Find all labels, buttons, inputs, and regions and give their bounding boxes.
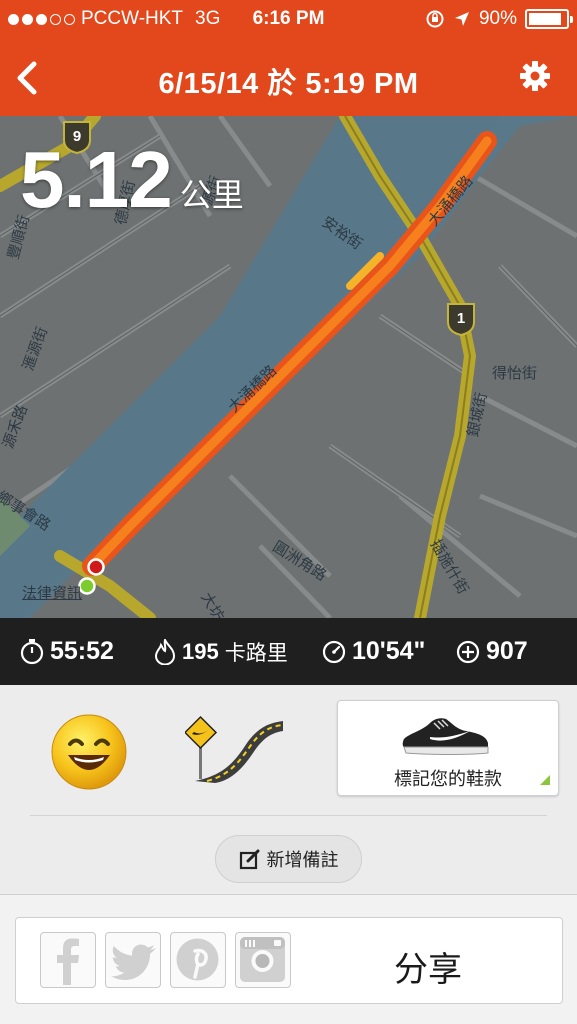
share-bar: 分享 [15, 917, 563, 1004]
battery-percent: 90% [478, 8, 517, 29]
duration-value: 55:52 [50, 637, 114, 665]
battery-icon [525, 9, 573, 29]
distance-unit: 公里 [179, 177, 244, 213]
add-note-label: 新增備註 [266, 850, 339, 870]
instagram-icon[interactable] [235, 932, 291, 988]
speedometer-icon [322, 640, 346, 663]
fuel-stat: 907 [456, 637, 528, 666]
route-map[interactable]: 9 1 大涌橋路 大涌橋路 安裕街 豐順街 滙源街 源禾路 鄉事會路 法律資訊 … [0, 116, 577, 618]
twitter-icon[interactable] [105, 932, 161, 988]
pinterest-icon[interactable] [170, 932, 226, 988]
flame-icon [154, 638, 176, 665]
calories-unit: 卡路里 [224, 641, 288, 665]
shoe-label: 標記您的鞋款 [394, 769, 502, 789]
nav-bar: 6/15/14 於 5:19 PM [0, 38, 577, 116]
rotation-lock-icon [426, 10, 444, 28]
divider [30, 815, 547, 816]
stopwatch-icon [20, 638, 44, 664]
smiley-icon[interactable] [50, 713, 128, 791]
add-note-button[interactable]: 新增備註 [215, 835, 362, 883]
street-label: 法律資訊 [22, 585, 83, 602]
route-shield-icon: 1 [447, 303, 475, 336]
street-label: 得怡街 [492, 365, 538, 382]
distance-readout: 5.12 公里 [20, 140, 244, 220]
facebook-icon[interactable] [40, 932, 96, 988]
shoe-icon [402, 718, 489, 755]
road-sign-icon[interactable] [185, 713, 283, 783]
corner-indicator [540, 775, 550, 785]
nikefuel-icon [456, 640, 480, 663]
share-label[interactable]: 分享 [394, 942, 462, 991]
gear-icon[interactable] [519, 60, 551, 92]
calories-value: 195 [182, 638, 219, 664]
calories-stat: 195 卡路里 [154, 637, 288, 667]
run-details-panel: 標記您的鞋款 新增備註 [0, 685, 577, 895]
fuel-value: 907 [486, 637, 528, 665]
status-right: 90% [425, 8, 573, 30]
distance-value: 5.12 [20, 135, 173, 224]
tag-shoe-button[interactable]: 標記您的鞋款 [337, 700, 559, 796]
pace-value: 10'54" [352, 637, 426, 665]
duration-stat: 55:52 [20, 637, 114, 666]
stats-bar: 55:52 195 卡路里 10'54" 907 [0, 618, 577, 685]
status-bar: PCCW-HKT 3G 6:16 PM 90% [0, 0, 577, 38]
page-title: 6/15/14 於 5:19 PM [158, 68, 419, 100]
header: PCCW-HKT 3G 6:16 PM 90% 6/15/14 於 5:19 P… [0, 0, 577, 116]
edit-icon [239, 849, 259, 870]
location-arrow-icon [454, 12, 469, 26]
shield-1-label: 1 [457, 310, 465, 327]
pace-stat: 10'54" [322, 637, 425, 666]
